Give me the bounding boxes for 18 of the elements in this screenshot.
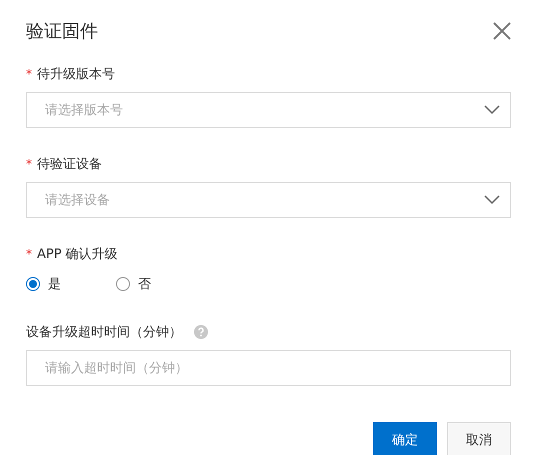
input-field[interactable]: 请输入超时时间（分钟）	[26, 350, 511, 386]
chevron-down-icon	[484, 105, 500, 115]
cancel-button[interactable]: 取消	[447, 422, 511, 455]
dialog-title: 验证固件	[26, 20, 98, 43]
required-mark: *	[26, 67, 32, 81]
confirm-button[interactable]: 确定	[373, 422, 437, 455]
radio-button[interactable]	[26, 277, 40, 291]
field-label: 设备升级超时时间（分钟）	[26, 324, 182, 341]
chevron-down-icon	[484, 195, 500, 205]
close-icon[interactable]	[493, 22, 511, 40]
field-label: APP 确认升级	[37, 246, 118, 263]
field-label: 待验证设备	[37, 156, 102, 173]
radio-label: 是	[48, 276, 61, 293]
radio-label: 否	[138, 276, 151, 293]
required-mark: *	[26, 157, 32, 171]
required-mark: *	[26, 247, 32, 261]
field-label: 待升级版本号	[37, 66, 115, 83]
radio-button[interactable]	[116, 277, 130, 291]
